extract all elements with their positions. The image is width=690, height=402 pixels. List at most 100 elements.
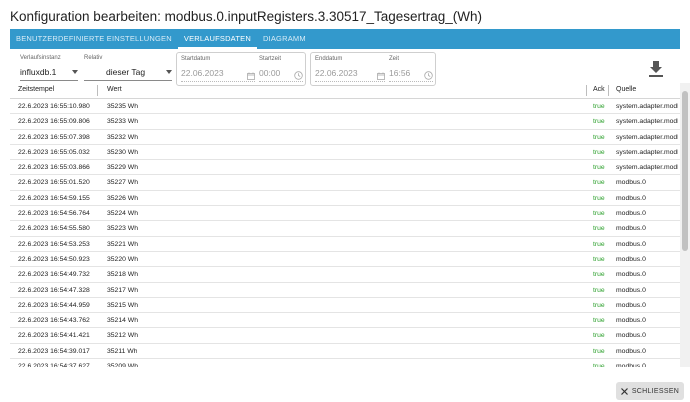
table-row[interactable]: 22.6.2023 16:54:44.959 35215 Wh true modbus… bbox=[10, 298, 680, 314]
cell-timestamp: 22.6.2023 16:54:39.017 bbox=[18, 347, 90, 355]
cell-value: 35209 Wh bbox=[107, 363, 138, 367]
column-resize-handle[interactable] bbox=[608, 85, 609, 96]
tab-history-data[interactable]: Verlaufsdaten bbox=[177, 29, 258, 49]
cell-value: 35211 Wh bbox=[107, 347, 138, 355]
cell-timestamp: 22.6.2023 16:54:59.155 bbox=[18, 194, 90, 202]
cell-timestamp: 22.6.2023 16:54:56.764 bbox=[18, 210, 90, 218]
table-row[interactable]: 22.6.2023 16:54:55.580 35223 Wh true modbus… bbox=[10, 221, 680, 237]
cell-ack: true bbox=[593, 286, 605, 294]
relative-select[interactable]: Relativ dieser Tag bbox=[84, 52, 172, 86]
table-row[interactable]: 22.6.2023 16:55:10.980 35235 Wh true system… bbox=[10, 99, 680, 115]
cell-source: system.adapter.modbus.0 bbox=[616, 103, 678, 110]
column-resize-handle[interactable] bbox=[586, 85, 587, 96]
cell-ack: true bbox=[593, 179, 605, 187]
cell-value: 35227 Wh bbox=[107, 179, 138, 187]
start-date-value: 22.06.2023 bbox=[181, 68, 224, 78]
header-value[interactable]: Wert bbox=[107, 86, 122, 93]
end-date-field[interactable]: Enddatum 22.06.2023 bbox=[315, 53, 385, 87]
header-ack[interactable]: Ack bbox=[593, 86, 605, 93]
end-range-group: Enddatum 22.06.2023 Zeit 16:56 bbox=[310, 52, 436, 86]
cell-value: 35220 Wh bbox=[107, 255, 138, 263]
end-time-field[interactable]: Zeit 16:56 bbox=[389, 53, 433, 87]
filter-bar: Verlaufsinstanz influxdb.1 Relativ diese… bbox=[10, 52, 680, 86]
cell-timestamp: 22.6.2023 16:55:01.520 bbox=[18, 179, 90, 187]
tab-custom-settings[interactable]: Benutzerdefinierte Einstellungen bbox=[10, 29, 178, 49]
table-row[interactable]: 22.6.2023 16:55:03.866 35229 Wh true system… bbox=[10, 160, 680, 176]
cell-ack: true bbox=[593, 148, 605, 156]
instance-select[interactable]: Verlaufsinstanz influxdb.1 bbox=[20, 52, 78, 86]
download-button[interactable] bbox=[648, 60, 664, 78]
cell-value: 35230 Wh bbox=[107, 148, 138, 156]
end-date-label: Enddatum bbox=[315, 56, 343, 62]
cell-timestamp: 22.6.2023 16:54:41.421 bbox=[18, 332, 90, 340]
instance-label: Verlaufsinstanz bbox=[20, 55, 61, 61]
cell-value: 35233 Wh bbox=[107, 118, 138, 126]
cell-value: 35218 Wh bbox=[107, 271, 138, 279]
start-range-group: Startdatum 22.06.2023 Startzeit 00:00 bbox=[176, 52, 306, 86]
cell-value: 35221 Wh bbox=[107, 240, 138, 248]
cell-timestamp: 22.6.2023 16:54:50.923 bbox=[18, 255, 90, 263]
instance-value: influxdb.1 bbox=[20, 67, 57, 77]
close-icon bbox=[620, 382, 628, 400]
table-row[interactable]: 22.6.2023 16:54:53.253 35221 Wh true modbus… bbox=[10, 237, 680, 252]
table-row[interactable]: 22.6.2023 16:54:41.421 35212 Wh true modbus… bbox=[10, 328, 680, 344]
cell-value: 35226 Wh bbox=[107, 194, 138, 202]
cell-value: 35212 Wh bbox=[107, 332, 138, 340]
cell-source: modbus.0 bbox=[616, 194, 646, 202]
chevron-down-icon bbox=[166, 70, 172, 74]
cell-timestamp: 22.6.2023 16:54:49.732 bbox=[18, 271, 90, 279]
end-time-label: Zeit bbox=[389, 56, 400, 62]
cell-ack: true bbox=[593, 118, 605, 126]
cell-timestamp: 22.6.2023 16:54:53.253 bbox=[18, 240, 90, 248]
cell-source: modbus.0 bbox=[616, 286, 646, 294]
cell-source: modbus.0 bbox=[616, 179, 646, 187]
cell-value: 35235 Wh bbox=[107, 103, 138, 110]
start-time-label: Startzeit bbox=[259, 56, 282, 62]
cell-source: modbus.0 bbox=[616, 271, 646, 279]
end-date-value: 22.06.2023 bbox=[315, 68, 358, 78]
history-table: Zeitstempel Wert Ack Quelle 22.6.2023 16… bbox=[10, 83, 680, 367]
download-icon bbox=[648, 61, 664, 82]
table-row[interactable]: 22.6.2023 16:54:47.328 35217 Wh true modbus… bbox=[10, 283, 680, 298]
cell-source: modbus.0 bbox=[616, 317, 646, 325]
cell-source: system.adapter.modbus.0 bbox=[616, 118, 678, 126]
cell-ack: true bbox=[593, 194, 605, 202]
tab-chart[interactable]: Diagramm bbox=[257, 29, 312, 49]
table-row[interactable]: 22.6.2023 16:54:59.155 35226 Wh true modbus… bbox=[10, 191, 680, 207]
end-time-value: 16:56 bbox=[389, 68, 411, 78]
start-date-field[interactable]: Startdatum 22.06.2023 bbox=[181, 53, 255, 87]
cell-ack: true bbox=[593, 103, 605, 110]
cell-value: 35214 Wh bbox=[107, 317, 138, 325]
relative-label: Relativ bbox=[84, 55, 103, 61]
header-timestamp[interactable]: Zeitstempel bbox=[18, 86, 54, 93]
table-row[interactable]: 22.6.2023 16:54:50.923 35220 Wh true modbus… bbox=[10, 252, 680, 268]
table-row[interactable]: 22.6.2023 16:55:01.520 35227 Wh true modbus… bbox=[10, 175, 680, 191]
cell-value: 35215 Wh bbox=[107, 301, 138, 309]
table-row[interactable]: 22.6.2023 16:55:05.032 35230 Wh true system… bbox=[10, 145, 680, 161]
table-row[interactable]: 22.6.2023 16:54:56.764 35224 Wh true modbus… bbox=[10, 206, 680, 222]
header-source[interactable]: Quelle bbox=[616, 86, 636, 93]
table-row[interactable]: 22.6.2023 16:54:43.762 35214 Wh true modbus… bbox=[10, 313, 680, 329]
cell-source: modbus.0 bbox=[616, 301, 646, 309]
dialog-title: Konfiguration bearbeiten: modbus.0.input… bbox=[10, 9, 483, 24]
column-resize-handle[interactable] bbox=[97, 85, 98, 96]
table-row[interactable]: 22.6.2023 16:54:49.732 35218 Wh true modbus… bbox=[10, 267, 680, 283]
table-row[interactable]: 22.6.2023 16:55:09.806 35233 Wh true system… bbox=[10, 114, 680, 130]
cell-ack: true bbox=[593, 240, 605, 248]
cell-value: 35229 Wh bbox=[107, 164, 138, 172]
table-scrollbar[interactable] bbox=[680, 83, 690, 367]
close-button[interactable]: SCHLIESSEN bbox=[616, 382, 684, 400]
start-time-field[interactable]: Startzeit 00:00 bbox=[259, 53, 303, 87]
table-row[interactable]: 22.6.2023 16:55:07.398 35232 Wh true system… bbox=[10, 130, 680, 145]
start-date-label: Startdatum bbox=[181, 56, 211, 62]
cell-ack: true bbox=[593, 164, 605, 172]
cell-source: modbus.0 bbox=[616, 347, 646, 355]
table-row[interactable]: 22.6.2023 16:54:39.017 35211 Wh true modbus… bbox=[10, 344, 680, 360]
cell-timestamp: 22.6.2023 16:54:43.762 bbox=[18, 317, 90, 325]
scrollbar-thumb[interactable] bbox=[682, 91, 688, 251]
close-button-label: SCHLIESSEN bbox=[631, 387, 680, 395]
cell-source: modbus.0 bbox=[616, 363, 646, 367]
start-time-value: 00:00 bbox=[259, 68, 281, 78]
table-row[interactable]: 22.6.2023 16:54:37.627 35209 Wh true modbus… bbox=[10, 359, 680, 367]
cell-source: system.adapter.modbus.0 bbox=[616, 133, 678, 141]
